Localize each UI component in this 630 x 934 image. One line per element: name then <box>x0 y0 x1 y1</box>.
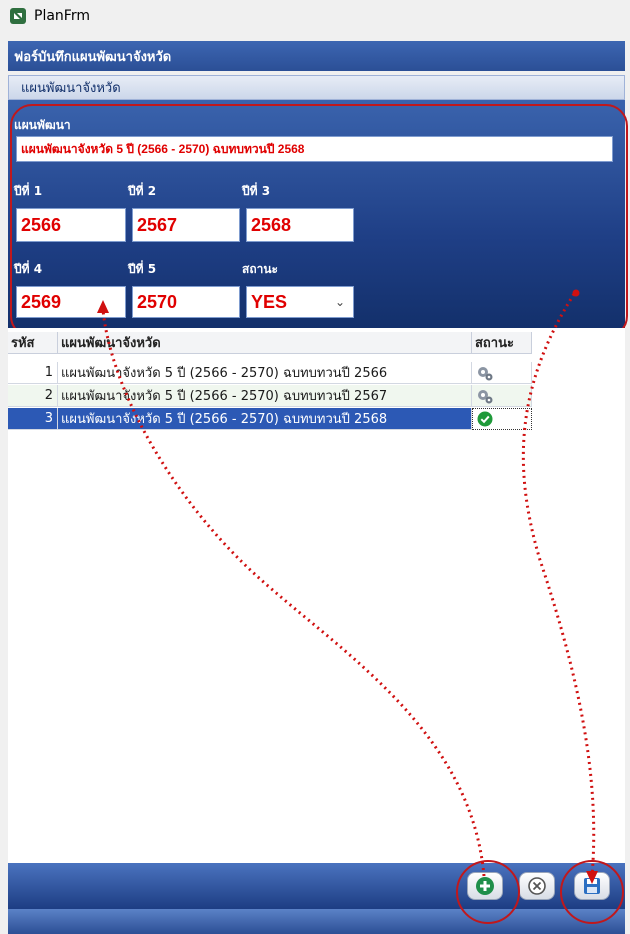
window-titlebar: PlanFrm <box>0 0 630 32</box>
year4-label: ปีที่ 4 <box>14 262 43 276</box>
row-plan-name: แผนพัฒนาจังหวัด 5 ปี (2566 - 2570) ฉบทบท… <box>58 408 472 430</box>
row-status-cell <box>472 362 532 384</box>
year5-field[interactable]: 2570 <box>132 286 240 318</box>
year1-label: ปีที่ 1 <box>14 184 43 198</box>
row-status-cell <box>472 408 532 430</box>
plan-name-field[interactable]: แผนพัฒนาจังหวัด 5 ปี (2566 - 2570) ฉบทบท… <box>16 136 613 162</box>
year4-field[interactable]: 2569 <box>16 286 126 318</box>
save-icon <box>584 878 600 894</box>
year3-label: ปีที่ 3 <box>242 184 271 198</box>
table-row[interactable]: 1 แผนพัฒนาจังหวัด 5 ปี (2566 - 2570) ฉบท… <box>8 362 532 384</box>
table-row-selected[interactable]: 3 แผนพัฒนาจังหวัด 5 ปี (2566 - 2570) ฉบท… <box>8 408 532 430</box>
add-button[interactable] <box>467 872 503 900</box>
cancel-icon <box>528 877 546 895</box>
app-icon <box>10 8 26 24</box>
row-code: 1 <box>8 362 58 384</box>
year5-label: ปีที่ 5 <box>128 262 157 276</box>
row-code: 2 <box>8 385 58 407</box>
gears-icon <box>478 366 493 380</box>
status-label: สถานะ <box>242 262 278 276</box>
form-title: ฟอร์บันทึกแผนพัฒนาจังหวัด <box>8 41 625 71</box>
add-icon <box>476 877 494 895</box>
plan-grid: รหัส แผนพัฒนาจังหวัด สถานะ 1 แผนพัฒนาจัง… <box>8 328 625 863</box>
gears-icon <box>478 389 493 403</box>
plan-label: แผนพัฒนา <box>14 118 71 132</box>
row-code: 3 <box>8 408 58 430</box>
group-title[interactable]: แผนพัฒนาจังหวัด <box>8 75 625 100</box>
status-select[interactable]: YES ⌄ <box>246 286 354 318</box>
grid-header: รหัส แผนพัฒนาจังหวัด สถานะ <box>8 332 532 354</box>
row-plan-name: แผนพัฒนาจังหวัด 5 ปี (2566 - 2570) ฉบทบท… <box>58 362 472 384</box>
plan-editor-panel: แผนพัฒนา แผนพัฒนาจังหวัด 5 ปี (2566 - 25… <box>8 100 625 328</box>
year2-field[interactable]: 2567 <box>132 208 240 242</box>
bottom-toolbar <box>8 863 625 909</box>
year2-label: ปีที่ 2 <box>128 184 157 198</box>
row-plan-name: แผนพัฒนาจังหวัด 5 ปี (2566 - 2570) ฉบทบท… <box>58 385 472 407</box>
row-status-cell <box>472 385 532 407</box>
status-select-value: YES <box>251 291 288 312</box>
column-header-status[interactable]: สถานะ <box>472 332 532 354</box>
column-header-code[interactable]: รหัส <box>8 332 58 354</box>
year1-field[interactable]: 2566 <box>16 208 126 242</box>
status-bar <box>8 909 625 934</box>
check-circle-icon <box>477 411 493 427</box>
year3-field[interactable]: 2568 <box>246 208 354 242</box>
window-title: PlanFrm <box>34 8 90 24</box>
chevron-down-icon: ⌄ <box>334 295 345 309</box>
cancel-button[interactable] <box>519 872 555 900</box>
save-button[interactable] <box>574 872 610 900</box>
column-header-plan[interactable]: แผนพัฒนาจังหวัด <box>58 332 472 354</box>
table-row[interactable]: 2 แผนพัฒนาจังหวัด 5 ปี (2566 - 2570) ฉบท… <box>8 385 532 407</box>
